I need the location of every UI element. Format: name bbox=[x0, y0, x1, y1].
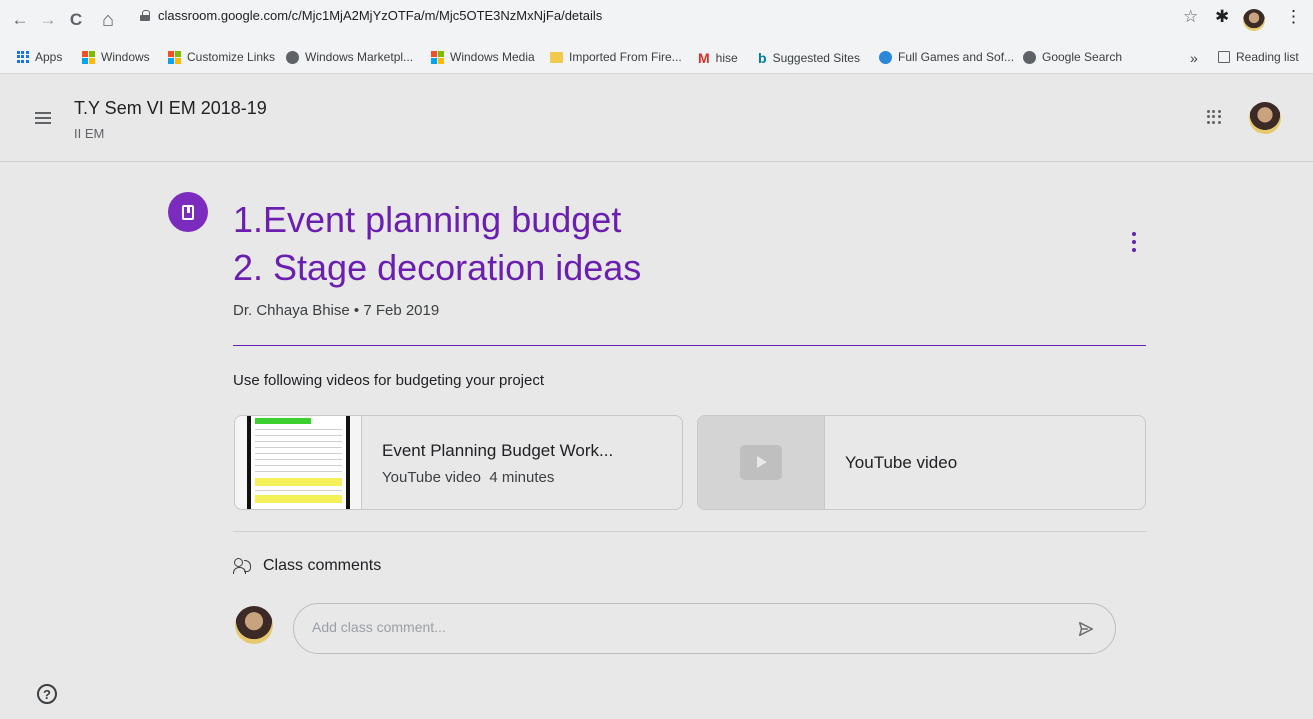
add-comment-input[interactable] bbox=[312, 619, 1042, 635]
more-options-icon[interactable] bbox=[1128, 232, 1140, 252]
main-menu-icon[interactable] bbox=[35, 112, 51, 124]
bookmarks-bar: Apps Windows Customize Links Windows Mar… bbox=[0, 40, 1313, 74]
bookmark-label: Full Games and Sof... bbox=[898, 50, 1015, 64]
bookmark-label: Windows Media bbox=[450, 50, 535, 64]
video-thumbnail bbox=[235, 416, 362, 509]
attachment-subtitle: YouTube video 4 minutes bbox=[382, 469, 554, 486]
people-icon bbox=[233, 558, 253, 574]
play-icon bbox=[740, 445, 782, 480]
bookmark-suggested-sites[interactable]: b Suggested Sites bbox=[758, 50, 860, 66]
reload-icon[interactable]: C bbox=[64, 8, 88, 32]
post-title: 1.Event planning budget 2. Stage decorat… bbox=[233, 196, 641, 292]
bookmark-label: hise bbox=[715, 51, 738, 65]
windows-logo-icon bbox=[431, 50, 444, 64]
class-title[interactable]: T.Y Sem VI EM 2018-19 bbox=[74, 98, 267, 119]
bookmark-label: Windows bbox=[101, 50, 150, 64]
bookmark-full-games[interactable]: Full Games and Sof... bbox=[879, 50, 1014, 64]
google-apps-icon[interactable] bbox=[1207, 110, 1221, 124]
bing-icon: b bbox=[758, 50, 767, 66]
send-icon[interactable] bbox=[1077, 620, 1095, 638]
bookmark-google-search[interactable]: Google Search bbox=[1023, 50, 1122, 64]
reading-list-button[interactable]: Reading list bbox=[1218, 50, 1299, 64]
bookmark-hise[interactable]: M hise bbox=[698, 50, 738, 66]
folder-icon bbox=[550, 51, 563, 63]
attachment-title: YouTube video bbox=[845, 453, 958, 472]
home-icon[interactable]: ⌂ bbox=[96, 8, 120, 32]
comments-divider bbox=[233, 531, 1146, 532]
ie-globe-icon bbox=[879, 50, 892, 64]
reading-list-icon bbox=[1218, 51, 1230, 63]
gmail-icon: M bbox=[698, 50, 710, 66]
post-description: Use following videos for budgeting your … bbox=[233, 372, 545, 389]
class-comments-label: Class comments bbox=[263, 557, 382, 574]
windows-logo-icon bbox=[82, 50, 95, 64]
bookmark-apps[interactable]: Apps bbox=[17, 50, 62, 64]
extensions-icon[interactable]: ✱ bbox=[1215, 7, 1229, 27]
bookmark-label: Windows Marketpl... bbox=[305, 50, 414, 64]
bookmark-star-icon[interactable]: ☆ bbox=[1183, 7, 1198, 27]
help-icon[interactable]: ? bbox=[37, 684, 57, 704]
video-thumbnail bbox=[698, 416, 825, 509]
attachment-card[interactable]: Event Planning Budget Work... YouTube vi… bbox=[234, 415, 683, 510]
browser-toolbar: ← → C ⌂ classroom.google.com/c/Mjc1MjA2M… bbox=[0, 0, 1313, 40]
attachment-duration: 4 minutes bbox=[489, 469, 555, 486]
lock-icon bbox=[140, 10, 150, 21]
address-bar[interactable]: classroom.google.com/c/Mjc1MjA2MjYzOTFa/… bbox=[140, 8, 602, 23]
class-comments-header: Class comments bbox=[233, 557, 381, 575]
bookmark-windows[interactable]: Windows bbox=[82, 50, 150, 64]
browser-menu-icon[interactable]: ⋮ bbox=[1285, 7, 1302, 27]
forward-icon[interactable]: → bbox=[36, 8, 60, 32]
globe-icon bbox=[1023, 50, 1036, 64]
bookmark-customize-links[interactable]: Customize Links bbox=[168, 50, 275, 64]
bookmark-label: Apps bbox=[35, 50, 63, 64]
url-text: classroom.google.com/c/Mjc1MjA2MjYzOTFa/… bbox=[158, 8, 603, 23]
bookmark-label: Google Search bbox=[1042, 50, 1123, 64]
post-author-date: Dr. Chhaya Bhise • 7 Feb 2019 bbox=[233, 302, 440, 319]
apps-grid-icon bbox=[17, 51, 29, 63]
post-title-line1: 1.Event planning budget bbox=[233, 199, 622, 240]
attachment-type: YouTube video bbox=[382, 469, 481, 486]
class-section: II EM bbox=[74, 126, 105, 141]
bookmark-windows-media[interactable]: Windows Media bbox=[431, 50, 535, 64]
account-avatar[interactable] bbox=[1249, 102, 1281, 134]
reading-list-label: Reading list bbox=[1236, 50, 1299, 64]
bookmark-label: Customize Links bbox=[187, 50, 276, 64]
profile-avatar[interactable] bbox=[1243, 9, 1265, 31]
post-title-line2: 2. Stage decoration ideas bbox=[233, 247, 642, 288]
attachment-title: Event Planning Budget Work... bbox=[382, 441, 614, 460]
bookmark-windows-marketplace[interactable]: Windows Marketpl... bbox=[286, 50, 413, 64]
bookmark-label: Suggested Sites bbox=[772, 51, 860, 65]
attachment-card[interactable]: YouTube video bbox=[697, 415, 1146, 510]
bookmark-label: Imported From Fire... bbox=[569, 50, 682, 64]
material-icon bbox=[168, 192, 208, 232]
bookmark-imported-from-firefox[interactable]: Imported From Fire... bbox=[550, 50, 682, 64]
comment-box bbox=[293, 603, 1116, 654]
title-divider bbox=[233, 345, 1146, 346]
bookmarks-overflow-button[interactable]: » bbox=[1190, 50, 1198, 66]
windows-logo-icon bbox=[168, 50, 181, 64]
spreadsheet-thumbnail bbox=[247, 416, 350, 509]
classroom-header: T.Y Sem VI EM 2018-19 II EM bbox=[0, 84, 1313, 162]
globe-icon bbox=[286, 50, 299, 64]
back-icon[interactable]: ← bbox=[8, 8, 32, 32]
user-avatar bbox=[235, 606, 273, 644]
